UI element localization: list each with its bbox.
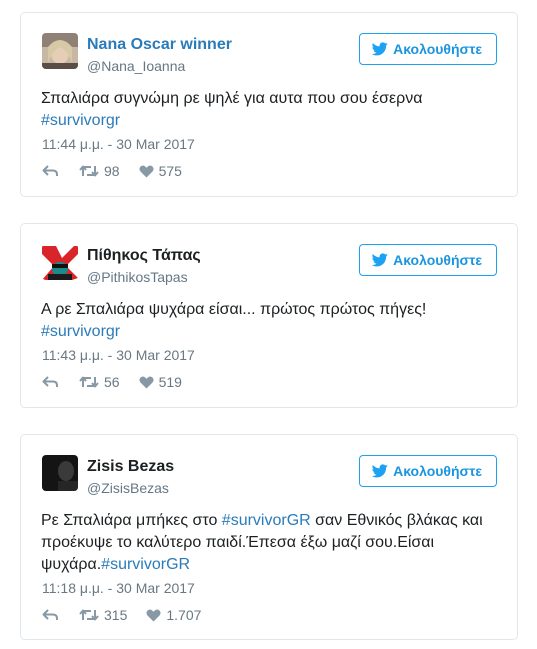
hashtag-link[interactable]: #survivorgr (41, 112, 120, 129)
follow-button[interactable]: Ακολουθήστε (359, 244, 497, 276)
hashtag-link[interactable]: #survivorGR (222, 512, 311, 529)
twitter-bird-icon (372, 253, 388, 267)
heart-icon (139, 164, 154, 178)
author-handle[interactable]: @Nana_Ioanna (87, 57, 185, 75)
twitter-bird-icon (372, 42, 388, 56)
like-count: 519 (158, 374, 182, 390)
tweet-text-segment: Ρε Σπαλιάρα μπήκες στο (41, 512, 222, 529)
retweet-icon (79, 608, 99, 622)
tweet-actions: 315 1.707 (42, 607, 201, 623)
author-name[interactable]: Nana Oscar winner (87, 35, 232, 55)
tweet-timestamp[interactable]: 11:44 μ.μ. - 30 Mar 2017 (42, 136, 195, 152)
like-button[interactable]: 519 (139, 374, 182, 390)
tweet-actions: 98 575 (42, 163, 182, 179)
follow-button[interactable]: Ακολουθήστε (359, 33, 497, 65)
tweet-card: Nana Oscar winner @Nana_Ioanna Ακολουθήσ… (20, 12, 518, 197)
twitter-bird-icon (372, 464, 388, 478)
tweet-card: Πίθηκος Τάπας @PithikosTapas Ακολουθήστε… (20, 223, 518, 408)
reply-icon (42, 164, 58, 178)
hashtag-link[interactable]: #survivorGR (101, 556, 190, 573)
reply-icon (42, 608, 58, 622)
follow-label: Ακολουθήστε (393, 41, 482, 57)
heart-icon (146, 608, 161, 622)
tweet-actions: 56 519 (42, 374, 182, 390)
reply-button[interactable] (42, 375, 58, 389)
avatar[interactable] (42, 455, 78, 491)
author-handle[interactable]: @ZisisBezas (87, 479, 169, 497)
author-handle[interactable]: @PithikosTapas (87, 268, 188, 286)
avatar[interactable] (42, 244, 78, 280)
reply-icon (42, 375, 58, 389)
tweet-text-segment: Σπαλιάρα συγνώμη ρε ψηλέ για αυτα που σο… (41, 90, 423, 107)
hashtag-link[interactable]: #survivorgr (41, 323, 120, 340)
retweet-count: 56 (104, 374, 120, 390)
like-count: 575 (158, 163, 182, 179)
tweet-text-segment: ψυχάρα. (41, 556, 102, 573)
tweet-text-segment: προέκυψε το καλύτερο παιδί.Έπεσα έξω μαζ… (41, 534, 435, 551)
tweet-text-segment: Α ρε Σπαλιάρα ψυχάρα είσαι... πρώτος πρώ… (41, 301, 427, 318)
like-button[interactable]: 1.707 (146, 607, 201, 623)
tweet-card: Zisis Bezas @ZisisBezas Ακολουθήστε Ρε Σ… (20, 434, 518, 640)
heart-icon (139, 375, 154, 389)
like-count: 1.707 (166, 607, 202, 623)
author-name[interactable]: Zisis Bezas (87, 457, 174, 477)
tweet-text: Σπαλιάρα συγνώμη ρε ψηλέ για αυτα που σο… (41, 88, 497, 132)
retweet-count: 315 (104, 607, 128, 623)
tweet-text: Ρε Σπαλιάρα μπήκες στο #survivorGR σαν Ε… (41, 510, 497, 576)
retweet-button[interactable]: 315 (79, 607, 127, 623)
author-name[interactable]: Πίθηκος Τάπας (87, 246, 201, 266)
retweet-button[interactable]: 98 (79, 163, 120, 179)
retweet-icon (79, 164, 99, 178)
tweet-timestamp[interactable]: 11:18 μ.μ. - 30 Mar 2017 (42, 580, 195, 596)
like-button[interactable]: 575 (139, 163, 182, 179)
follow-label: Ακολουθήστε (393, 463, 482, 479)
retweet-count: 98 (104, 163, 120, 179)
retweet-button[interactable]: 56 (79, 374, 120, 390)
follow-button[interactable]: Ακολουθήστε (359, 455, 497, 487)
retweet-icon (79, 375, 99, 389)
avatar[interactable] (42, 33, 78, 69)
tweet-text: Α ρε Σπαλιάρα ψυχάρα είσαι... πρώτος πρώ… (41, 299, 497, 343)
reply-button[interactable] (42, 164, 58, 178)
tweet-text-segment: σαν Εθνικός βλάκας και (310, 512, 483, 529)
reply-button[interactable] (42, 608, 58, 622)
follow-label: Ακολουθήστε (393, 252, 482, 268)
tweet-timestamp[interactable]: 11:43 μ.μ. - 30 Mar 2017 (42, 347, 195, 363)
